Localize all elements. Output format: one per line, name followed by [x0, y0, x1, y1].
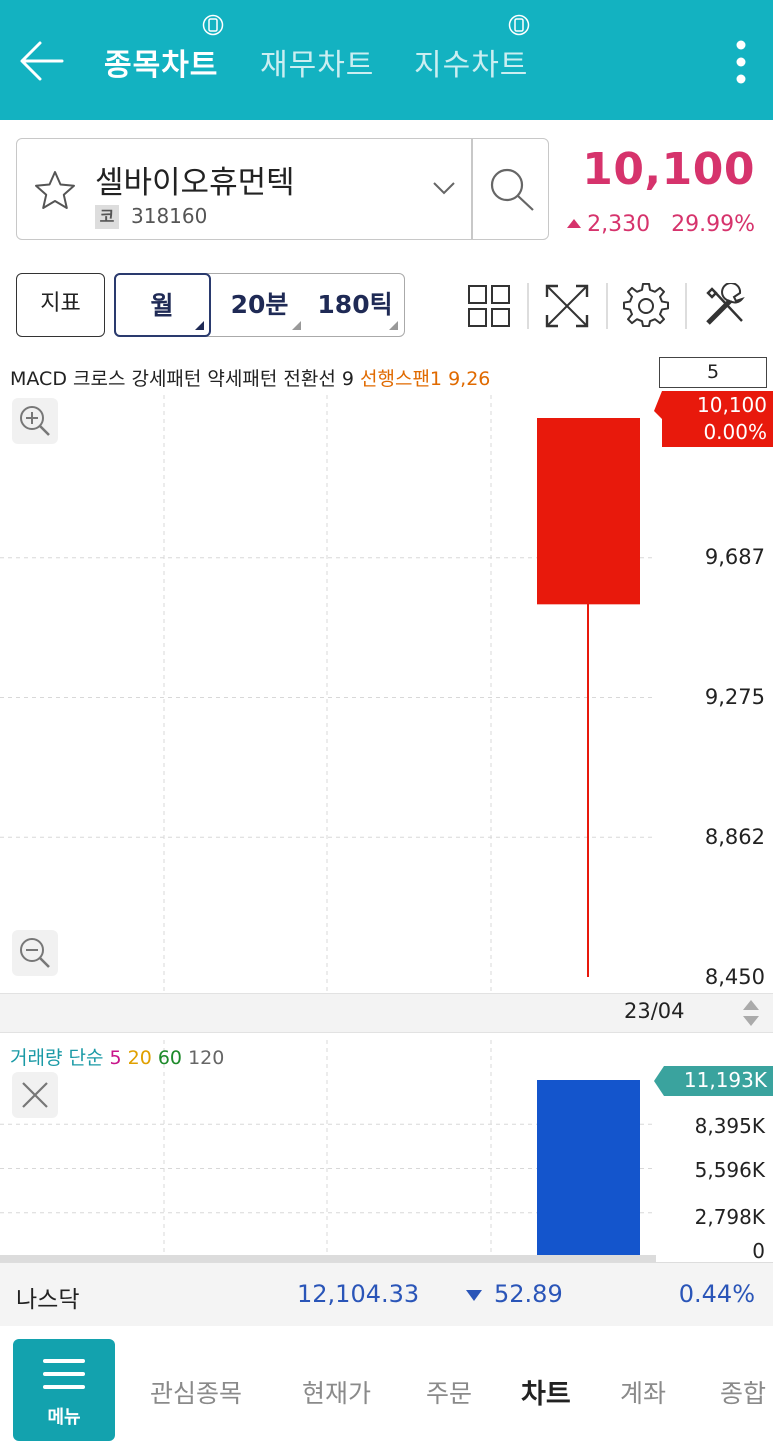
nav-order[interactable]: 주문 [426, 1374, 472, 1410]
sync-badge-icon [508, 14, 530, 36]
price-change: 2,330 29.99% [567, 212, 755, 237]
fullscreen-icon[interactable] [544, 283, 590, 329]
sync-badge-icon [202, 14, 224, 36]
legend-main: MACD 크로스 강세패턴 약세패턴 전환선 9 [10, 368, 361, 390]
menu-label: 메뉴 [47, 1407, 81, 1428]
hamburger-icon [43, 1372, 85, 1376]
nav-overview[interactable]: 종합 [720, 1374, 766, 1410]
tools-icon[interactable] [702, 283, 748, 329]
hamburger-icon [43, 1359, 85, 1363]
chevron-down-icon[interactable] [431, 179, 457, 197]
market-tag: 코 [95, 205, 119, 229]
divider [606, 283, 608, 329]
vol-legend-ma60: 60 [157, 1047, 189, 1069]
top-app-bar: 종목차트 재무차트 지수차트 [0, 0, 773, 120]
x-axis-label: 23/04 [624, 999, 685, 1023]
volume-axis-tick: 0 [752, 1239, 765, 1263]
volume-bar [537, 1080, 640, 1257]
ticker-percent: 0.44% [678, 1280, 755, 1308]
zoom-in-button[interactable] [12, 398, 58, 444]
volume-axis-tick: 5,596K [694, 1158, 765, 1182]
y-axis-tick: 9,687 [704, 545, 765, 569]
period-selector: 월 20분 180틱 [113, 272, 405, 337]
current-price: 10,100 [582, 144, 755, 195]
change-amount: 2,330 [587, 212, 651, 237]
current-price-label: 10,100 0.00% [697, 392, 767, 446]
zoom-in-icon [20, 406, 50, 436]
tag-percent: 0.00% [703, 420, 767, 444]
hamburger-icon [43, 1385, 85, 1389]
volume-axis-tick: 2,798K [694, 1205, 765, 1229]
stock-name: 셀바이오휴먼텍 [95, 165, 295, 201]
volume-current-label: 11,193K [683, 1068, 767, 1092]
vol-legend-volume: 거래량 [10, 1047, 69, 1069]
indicator-button[interactable]: 지표 [16, 273, 105, 337]
nav-current-price[interactable]: 현재가 [302, 1374, 371, 1410]
settings-gear-icon[interactable] [623, 283, 669, 329]
ticker-index-value: 12,104.33 [297, 1280, 420, 1308]
nav-watchlist[interactable]: 관심종목 [150, 1374, 242, 1410]
tab-stock-chart[interactable]: 종목차트 [104, 40, 218, 84]
zoom-out-icon [20, 938, 50, 968]
close-icon [22, 1082, 48, 1108]
grid-layout-icon[interactable] [466, 283, 512, 329]
period-180tick-button[interactable]: 180틱 [307, 274, 403, 335]
star-icon[interactable] [33, 169, 77, 211]
indicator-legend: MACD 크로스 강세패턴 약세패턴 전환선 9 선행스팬1 9,26 [10, 364, 490, 391]
candle-count-input[interactable]: 5 [659, 357, 767, 388]
zoom-out-button[interactable] [12, 930, 58, 976]
corner-indicator [194, 320, 204, 330]
divider [685, 283, 687, 329]
nav-account[interactable]: 계좌 [620, 1374, 666, 1410]
period-20min-button[interactable]: 20분 [213, 274, 306, 335]
candle-body [537, 418, 640, 605]
tab-financial-chart[interactable]: 재무차트 [260, 40, 374, 84]
down-triangle-icon [466, 1290, 482, 1301]
y-axis-tick: 8,862 [704, 825, 765, 849]
period-monthly-button[interactable]: 월 [113, 272, 211, 337]
menu-button[interactable]: 메뉴 [13, 1339, 115, 1441]
vol-legend-ma120: 120 [188, 1047, 225, 1069]
stock-selector[interactable]: 셀바이오휴먼텍 코 318160 [16, 138, 549, 240]
vol-legend-ma20: 20 [127, 1047, 158, 1069]
volume-legend: 거래량 단순 5 20 60 120 [10, 1043, 224, 1070]
volume-axis-tick: 8,395K [694, 1114, 765, 1138]
vol-legend-simple: 단순 [68, 1047, 110, 1069]
y-axis-tick: 8,450 [704, 965, 765, 989]
divider [471, 139, 473, 239]
resize-updown-icon[interactable] [740, 997, 762, 1029]
divider [527, 283, 529, 329]
period-label: 월 [150, 290, 174, 320]
tag-price: 10,100 [697, 393, 767, 417]
more-vert-icon[interactable] [724, 38, 758, 88]
vol-legend-ma5: 5 [109, 1047, 128, 1069]
period-label: 20분 [230, 290, 289, 319]
change-percent: 29.99% [671, 212, 755, 237]
y-axis-tick: 9,275 [704, 685, 765, 709]
nav-chart[interactable]: 차트 [521, 1372, 571, 1411]
search-icon[interactable] [487, 165, 537, 215]
stock-code: 318160 [131, 204, 208, 228]
back-arrow-icon[interactable] [18, 38, 66, 84]
legend-highlight: 선행스팬1 9,26 [360, 368, 491, 390]
corner-indicator [389, 321, 398, 330]
up-triangle-icon [567, 219, 582, 228]
price-chart[interactable] [0, 352, 773, 994]
ticker-index-name: 나스닥 [16, 1287, 80, 1313]
corner-indicator [292, 321, 301, 330]
period-label: 180틱 [317, 290, 393, 319]
close-volume-button[interactable] [12, 1072, 58, 1118]
ticker-change: 52.89 [494, 1280, 563, 1308]
tab-index-chart[interactable]: 지수차트 [414, 40, 528, 84]
